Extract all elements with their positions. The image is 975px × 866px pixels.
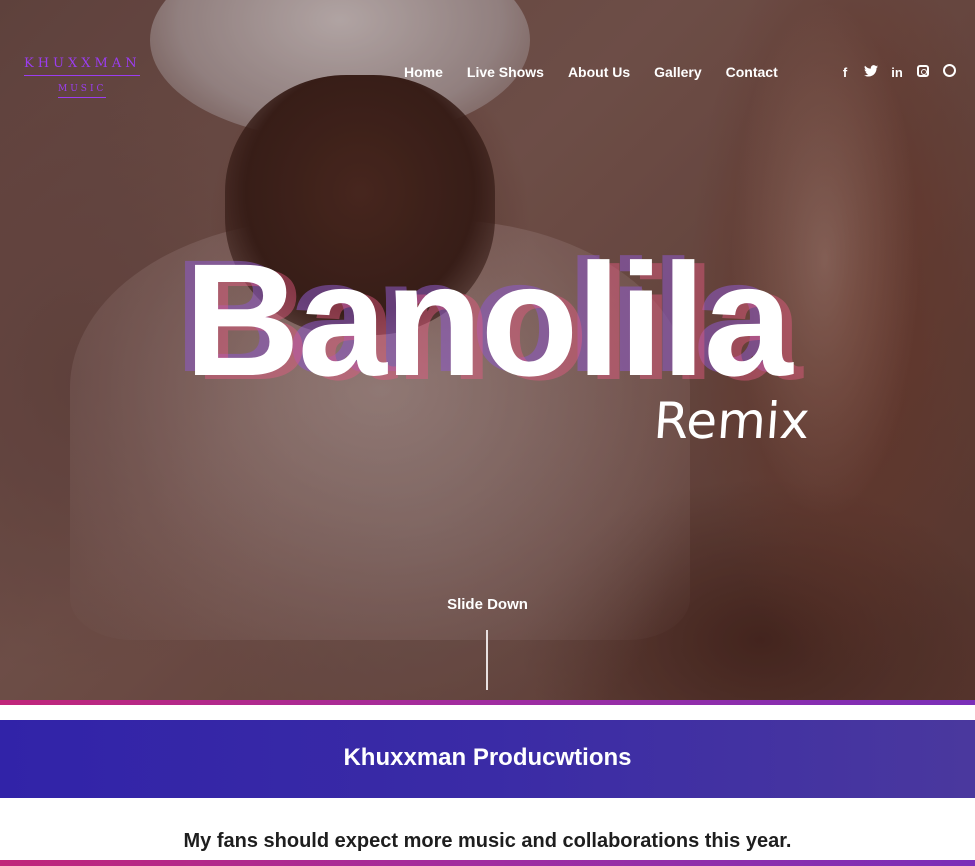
nav-live-shows[interactable]: Live Shows: [467, 64, 544, 80]
main-nav: Home Live Shows About Us Gallery Contact: [404, 64, 778, 80]
nav-about-us[interactable]: About Us: [568, 64, 630, 80]
social-links: f in: [838, 64, 956, 81]
instagram-icon[interactable]: [916, 64, 930, 81]
scroll-indicator-line: [486, 630, 488, 690]
facebook-icon[interactable]: f: [838, 65, 852, 81]
twitter-icon[interactable]: [864, 64, 878, 81]
nav-gallery[interactable]: Gallery: [654, 64, 701, 80]
hero-title-wrap: Banolila Banolila Banolila: [0, 230, 975, 409]
slide-down-label[interactable]: Slide Down: [0, 596, 975, 613]
logo-sub: MUSIC: [58, 84, 106, 98]
whatsapp-icon[interactable]: [942, 64, 956, 81]
accent-stripe-bottom: [0, 860, 975, 866]
logo-name: KHUXXMAN: [24, 56, 140, 76]
hero-subtitle: Remix: [651, 392, 812, 450]
accent-stripe: [0, 700, 975, 705]
nav-home[interactable]: Home: [404, 64, 443, 80]
hero-title-text: Banolila: [184, 230, 792, 409]
site-logo[interactable]: KHUXXMAN MUSIC: [24, 56, 140, 98]
nav-contact[interactable]: Contact: [726, 64, 778, 80]
hero-title: Banolila Banolila Banolila: [174, 230, 802, 409]
section-tagline: My fans should expect more music and col…: [183, 830, 792, 852]
section-title: Khuxxman Producwtions: [343, 744, 632, 771]
linkedin-icon[interactable]: in: [890, 65, 904, 81]
